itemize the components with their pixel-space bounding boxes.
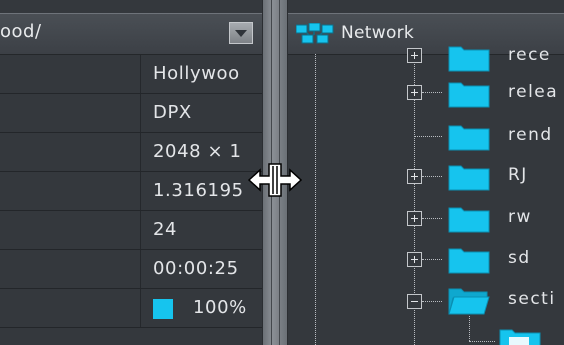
tree-item-label: sd: [508, 248, 531, 268]
property-value: DPX: [153, 102, 192, 123]
tree-connector: [469, 341, 495, 342]
list-item[interactable]: Hollywoo: [0, 55, 262, 94]
collapse-icon[interactable]: [407, 294, 422, 309]
expand-icon[interactable]: [407, 169, 422, 184]
tree-item-label: rece: [508, 45, 551, 65]
folder-icon: [448, 46, 490, 72]
tree-connector: [422, 218, 442, 219]
folder-icon: [448, 82, 490, 108]
list-item[interactable]: 1.316195: [0, 172, 262, 211]
tree-item-label: rw: [508, 207, 532, 227]
tree-connector: [422, 301, 442, 302]
panel-title: Network: [341, 23, 415, 43]
property-value: 24: [153, 219, 178, 240]
expand-icon[interactable]: [407, 211, 422, 226]
folder-icon: [448, 248, 490, 274]
property-value: 00:00:25: [153, 258, 239, 279]
tree-item-label: relea: [508, 82, 559, 102]
folder-icon: [448, 207, 490, 233]
tree-item-label: RJ: [508, 165, 528, 185]
list-item[interactable]: 24: [0, 211, 262, 250]
folder-icon: [448, 125, 490, 151]
tree-connector: [414, 136, 442, 137]
list-item[interactable]: 2048 × 1: [0, 133, 262, 172]
tree-guide-line: [469, 316, 470, 341]
tree-connector: [422, 176, 442, 177]
horizontal-resize-cursor-icon: [247, 163, 303, 197]
property-value: 1.316195: [153, 180, 244, 201]
expand-icon[interactable]: [407, 48, 422, 63]
color-swatch: [153, 299, 173, 319]
folder-icon: [448, 165, 490, 191]
network-panel: Network rece relea rend RJ rw sd secti: [288, 0, 564, 345]
list-item[interactable]: 100%: [0, 289, 262, 328]
list-item[interactable]: DPX: [0, 94, 262, 133]
list-item[interactable]: 00:00:25: [0, 250, 262, 289]
folder-open-icon: [448, 288, 490, 315]
path-bar[interactable]: ood/: [0, 13, 262, 55]
tree-connector: [422, 92, 442, 93]
tree-item-label: secti: [508, 289, 556, 309]
tree-item-label: rend: [508, 125, 553, 145]
path-text: ood/: [0, 21, 42, 42]
properties-list: Hollywoo DPX 2048 × 1 1.316195 24 00:00:…: [0, 55, 262, 328]
properties-panel: ood/ Hollywoo DPX 2048 × 1 1.316195 24 0…: [0, 0, 262, 345]
network-icon: [296, 23, 334, 44]
tree-connector: [422, 259, 442, 260]
tree-guide-line: [315, 54, 316, 345]
folder-tree: rece relea rend RJ rw sd secti: [288, 45, 564, 345]
expand-icon[interactable]: [407, 85, 422, 100]
property-value: 2048 × 1: [153, 141, 242, 162]
percent-value: 100%: [193, 297, 247, 318]
chevron-down-icon[interactable]: [229, 22, 253, 44]
property-value: Hollywoo: [153, 63, 240, 84]
expand-icon[interactable]: [407, 252, 422, 267]
folder-icon: [499, 329, 541, 345]
